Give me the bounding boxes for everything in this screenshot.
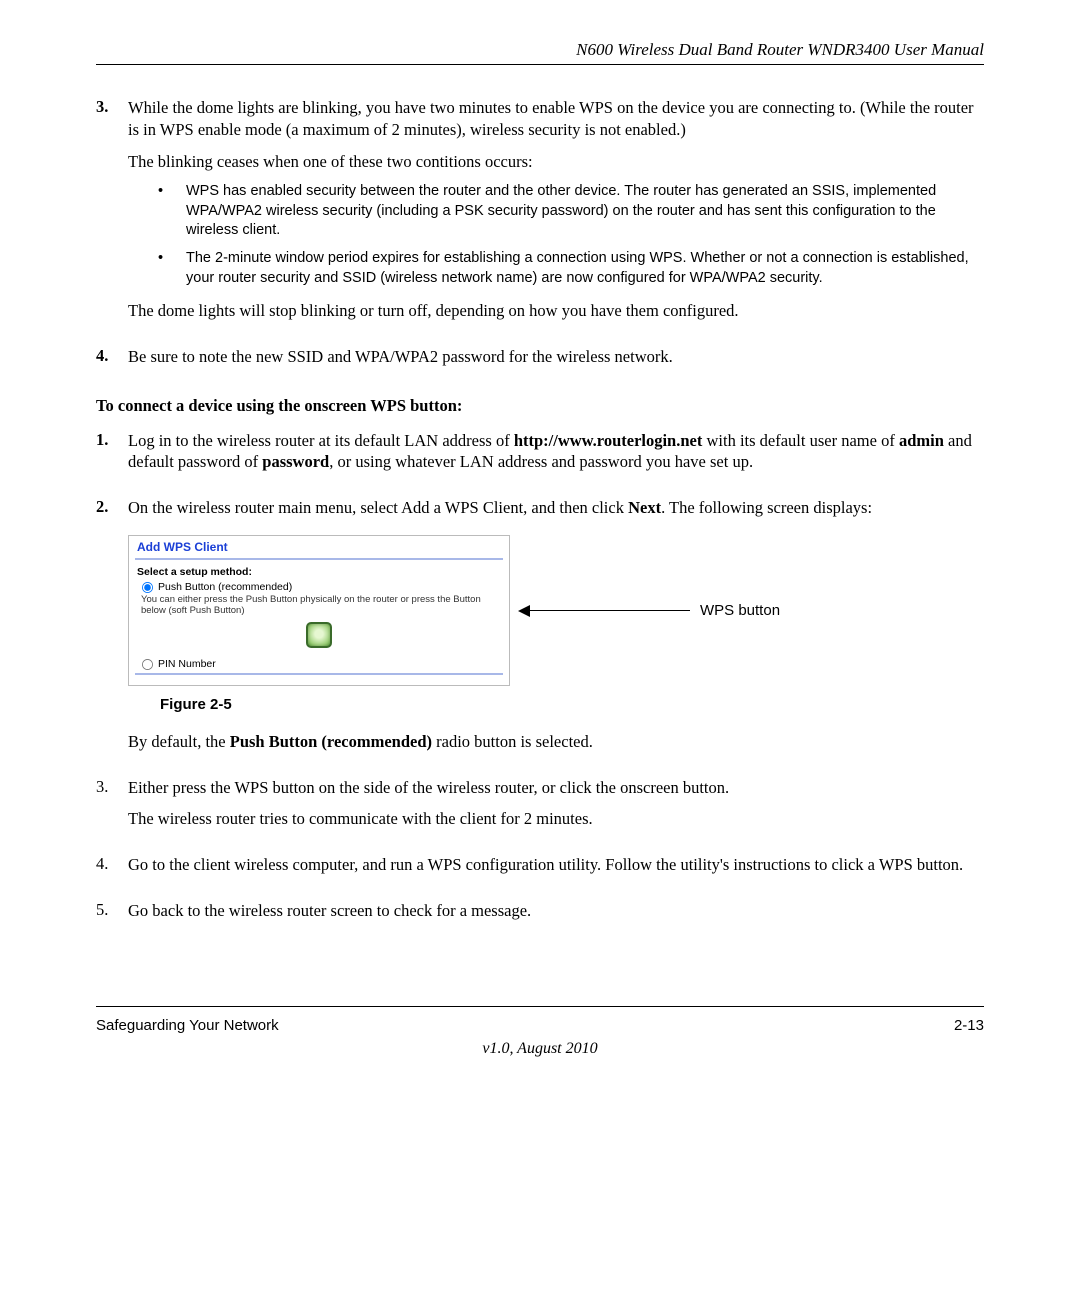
figure-2-5: Add WPS Client Select a setup method: Pu… bbox=[128, 535, 984, 686]
running-header: N600 Wireless Dual Band Router WNDR3400 … bbox=[96, 40, 984, 65]
text: By default, the bbox=[128, 732, 230, 751]
paragraph: Go back to the wireless router screen to… bbox=[128, 900, 984, 922]
callout-label: WPS button bbox=[700, 602, 780, 619]
list-item: 3. While the dome lights are blinking, y… bbox=[96, 97, 984, 332]
footer: Safeguarding Your Network 2-13 v1.0, Aug… bbox=[96, 1006, 984, 1058]
figure-caption: Figure 2-5 bbox=[160, 696, 984, 713]
bold-text: admin bbox=[899, 431, 944, 450]
bold-text: password bbox=[262, 452, 329, 471]
push-button-radio[interactable] bbox=[142, 582, 153, 593]
page-content: 3. While the dome lights are blinking, y… bbox=[96, 97, 984, 966]
pin-number-label: PIN Number bbox=[158, 658, 216, 670]
paragraph: The wireless router tries to communicate… bbox=[128, 808, 984, 830]
pin-number-radio[interactable] bbox=[142, 659, 153, 670]
paragraph: On the wireless router main menu, select… bbox=[128, 497, 984, 519]
text: On the wireless router main menu, select… bbox=[128, 498, 628, 517]
ordered-list-a: 3. While the dome lights are blinking, y… bbox=[96, 97, 984, 378]
bullet-item: The 2-minute window period expires for e… bbox=[158, 249, 984, 288]
ordered-list-c: 3. Either press the WPS button on the si… bbox=[96, 777, 984, 932]
arrow-left-icon bbox=[520, 610, 690, 612]
push-button-note: You can either press the Push Button phy… bbox=[129, 594, 509, 620]
footer-page-number: 2-13 bbox=[954, 1017, 984, 1034]
step-number: 3. bbox=[96, 97, 128, 332]
paragraph: Go to the client wireless computer, and … bbox=[128, 854, 984, 876]
step-number: 5. bbox=[96, 900, 128, 932]
bold-text: Next bbox=[628, 498, 661, 517]
wps-soft-button[interactable] bbox=[306, 622, 332, 648]
step-number: 1. bbox=[96, 430, 128, 484]
list-item: 5. Go back to the wireless router screen… bbox=[96, 900, 984, 932]
text: , or using whatever LAN address and pass… bbox=[329, 452, 753, 471]
step-number: 3. bbox=[96, 777, 128, 841]
text: . The following screen displays: bbox=[661, 498, 872, 517]
list-item: 3. Either press the WPS button on the si… bbox=[96, 777, 984, 841]
paragraph: The dome lights will stop blinking or tu… bbox=[128, 300, 984, 322]
divider bbox=[135, 558, 503, 560]
ordered-list-b: 1. Log in to the wireless router at its … bbox=[96, 430, 984, 763]
step-number: 4. bbox=[96, 854, 128, 886]
bold-text: Push Button (recommended) bbox=[230, 732, 432, 751]
list-item: 4. Go to the client wireless computer, a… bbox=[96, 854, 984, 886]
text: with its default user name of bbox=[702, 431, 899, 450]
footer-left: Safeguarding Your Network bbox=[96, 1017, 279, 1034]
paragraph: Be sure to note the new SSID and WPA/WPA… bbox=[128, 346, 984, 368]
url-text: http://www.routerlogin.net bbox=[514, 431, 703, 450]
list-item: 2. On the wireless router main menu, sel… bbox=[96, 497, 984, 762]
select-method-label: Select a setup method: bbox=[129, 566, 509, 578]
list-item: 1. Log in to the wireless router at its … bbox=[96, 430, 984, 484]
paragraph: By default, the Push Button (recommended… bbox=[128, 731, 984, 753]
text: Log in to the wireless router at its def… bbox=[128, 431, 514, 450]
panel-title: Add WPS Client bbox=[129, 536, 509, 556]
bullet-list: WPS has enabled security between the rou… bbox=[128, 182, 984, 288]
paragraph: Either press the WPS button on the side … bbox=[128, 777, 984, 799]
text: radio button is selected. bbox=[432, 732, 593, 751]
footer-version: v1.0, August 2010 bbox=[96, 1040, 984, 1058]
step-number: 4. bbox=[96, 346, 128, 378]
push-button-label: Push Button (recommended) bbox=[158, 581, 292, 593]
bullet-item: WPS has enabled security between the rou… bbox=[158, 182, 984, 241]
step-number: 2. bbox=[96, 497, 128, 762]
callout: WPS button bbox=[520, 602, 780, 619]
sub-heading: To connect a device using the onscreen W… bbox=[96, 396, 984, 416]
divider bbox=[135, 673, 503, 675]
paragraph: While the dome lights are blinking, you … bbox=[128, 97, 984, 141]
list-item: 4. Be sure to note the new SSID and WPA/… bbox=[96, 346, 984, 378]
paragraph: Log in to the wireless router at its def… bbox=[128, 430, 984, 474]
wps-client-panel: Add WPS Client Select a setup method: Pu… bbox=[128, 535, 510, 686]
paragraph: The blinking ceases when one of these tw… bbox=[128, 151, 984, 173]
